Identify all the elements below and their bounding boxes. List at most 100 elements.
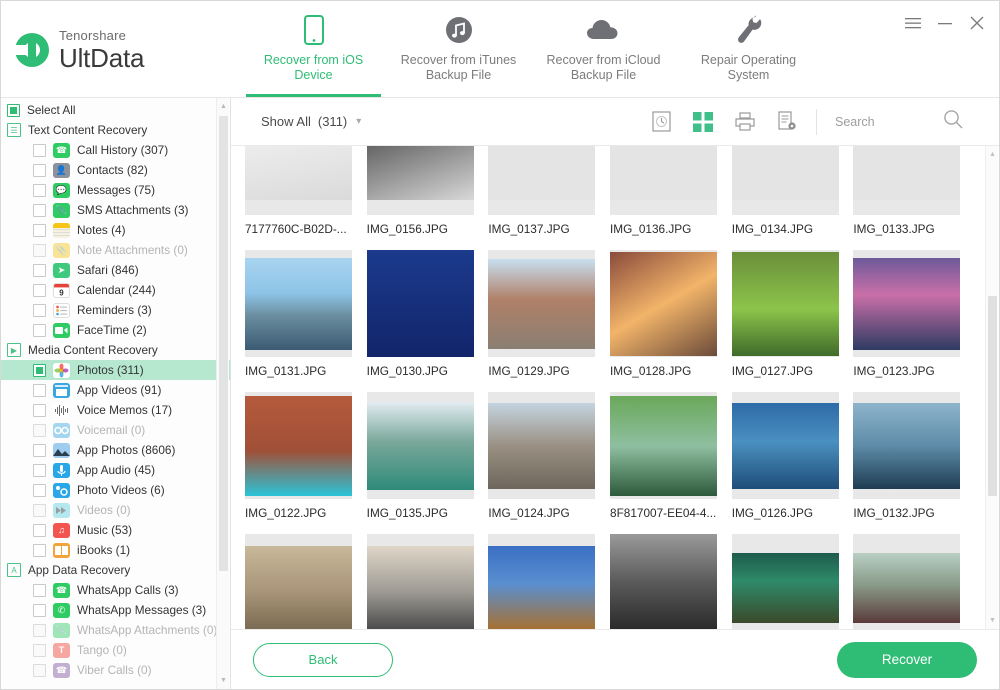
photo-thumbnail[interactable] <box>853 392 961 499</box>
grid-scrollbar-thumb[interactable] <box>988 296 997 496</box>
photo-thumbnail[interactable] <box>853 146 961 215</box>
photo-cell[interactable]: IMG_0122.JPG <box>245 392 367 534</box>
photo-cell[interactable]: IMG_1040.JPG <box>731 534 854 629</box>
photo-cell[interactable]: IMG_0135.JPG <box>366 392 489 534</box>
sidebar-item-music[interactable]: ♫ Music (53) <box>1 520 230 540</box>
scroll-up-icon[interactable]: ▲ <box>217 100 230 113</box>
sidebar-group-app-data-recovery[interactable]: A App Data Recovery <box>1 560 230 580</box>
sidebar-item-photos[interactable]: Photos (311) <box>1 360 230 380</box>
photo-cell[interactable]: IMG_1039.JPG <box>853 534 975 629</box>
sidebar-item-voice-memos[interactable]: Voice Memos (17) <box>1 400 230 420</box>
sidebar-item-sms-attachments[interactable]: 📎 SMS Attachments (3) <box>1 200 230 220</box>
sidebar-group-media-content-recovery[interactable]: ▶ Media Content Recovery <box>1 340 230 360</box>
item-checkbox[interactable] <box>33 623 46 637</box>
sidebar-item-viber-calls[interactable]: ☎ Viber Calls (0) <box>1 660 230 680</box>
item-checkbox[interactable] <box>33 443 46 457</box>
photo-thumbnail[interactable] <box>366 146 474 215</box>
photo-cell[interactable]: IMG_0131.JPG <box>245 250 367 392</box>
show-all-dropdown[interactable]: Show All (311) ▾ <box>253 110 369 133</box>
item-checkbox[interactable] <box>33 423 46 437</box>
item-checkbox[interactable] <box>33 163 46 177</box>
sidebar-scrollbar-thumb[interactable] <box>219 116 228 571</box>
photo-thumbnail[interactable] <box>488 146 596 215</box>
item-checkbox[interactable] <box>33 143 46 157</box>
photo-cell[interactable]: IMG_0134.JPG <box>731 146 854 250</box>
select-all-checkbox[interactable] <box>7 103 20 117</box>
item-checkbox[interactable] <box>33 283 46 297</box>
sidebar-group-text-content-recovery[interactable]: ☰ Text Content Recovery <box>1 120 230 140</box>
photo-cell[interactable]: IMG_1044.JPG <box>245 534 367 629</box>
photo-thumbnail[interactable] <box>610 392 718 499</box>
item-checkbox[interactable] <box>33 183 46 197</box>
photo-thumbnail[interactable] <box>731 392 839 499</box>
photo-thumbnail[interactable] <box>853 534 961 629</box>
sidebar-item-note-attachments[interactable]: 📎 Note Attachments (0) <box>1 240 230 260</box>
grid-scrollbar[interactable]: ▲ ▼ <box>985 146 998 629</box>
photo-cell[interactable]: IMG_0127.JPG <box>731 250 854 392</box>
photo-cell[interactable]: IMG_1043.JPG <box>366 534 489 629</box>
tab-recover-from-icloud-backup[interactable]: Recover from iCloud Backup File <box>531 1 676 97</box>
sidebar-item-notes[interactable]: Notes (4) <box>1 220 230 240</box>
sidebar-item-facetime[interactable]: FaceTime (2) <box>1 320 230 340</box>
item-checkbox[interactable] <box>33 643 46 657</box>
item-checkbox[interactable] <box>33 203 46 217</box>
photo-cell[interactable]: IMG_0132.JPG <box>853 392 975 534</box>
sidebar-item-messages[interactable]: 💬 Messages (75) <box>1 180 230 200</box>
item-checkbox[interactable] <box>33 503 46 517</box>
scroll-down-icon[interactable]: ▼ <box>217 674 230 687</box>
item-checkbox[interactable] <box>33 523 46 537</box>
sidebar-item-app-photos[interactable]: App Photos (8606) <box>1 440 230 460</box>
photo-thumbnail[interactable] <box>731 146 839 215</box>
minimize-icon[interactable] <box>937 15 953 31</box>
photo-cell[interactable]: IMG_0129.JPG <box>488 250 610 392</box>
sidebar-item-photo-videos[interactable]: Photo Videos (6) <box>1 480 230 500</box>
photo-cell[interactable]: IMG_1042.JPG <box>488 534 610 629</box>
sidebar-item-videos[interactable]: Videos (0) <box>1 500 230 520</box>
photo-cell[interactable]: IMG_0123.JPG <box>853 250 975 392</box>
photo-thumbnail[interactable] <box>488 250 596 357</box>
search-box[interactable] <box>835 109 985 134</box>
sidebar-item-tango[interactable]: T Tango (0) <box>1 640 230 660</box>
photo-cell[interactable]: IMG_0126.JPG <box>731 392 854 534</box>
photo-thumbnail[interactable] <box>366 250 474 357</box>
photo-cell[interactable]: 7177760C-B02D-... <box>245 146 367 250</box>
item-checkbox[interactable] <box>33 383 46 397</box>
photo-cell[interactable]: IMG_0130.JPG <box>366 250 489 392</box>
print-icon[interactable] <box>734 111 756 133</box>
photo-thumbnail[interactable] <box>488 392 596 499</box>
sidebar-item-whatsapp-attachments[interactable]: 📎 WhatsApp Attachments (0) <box>1 620 230 640</box>
item-checkbox[interactable] <box>33 663 46 677</box>
sidebar-item-voicemail[interactable]: Voicemail (0) <box>1 420 230 440</box>
search-icon[interactable] <box>943 109 963 134</box>
tab-repair-operating-system[interactable]: Repair Operating System <box>676 1 821 97</box>
sidebar-scrollbar[interactable]: ▲ ▼ <box>216 98 229 689</box>
sidebar-item-app-videos[interactable]: App Videos (91) <box>1 380 230 400</box>
sidebar-item-select-all[interactable]: Select All <box>1 100 230 120</box>
photo-cell[interactable]: IMG_0156.JPG <box>366 146 489 250</box>
tab-recover-from-ios-device[interactable]: Recover from iOS Device <box>241 1 386 97</box>
sidebar-item-reminders[interactable]: Reminders (3) <box>1 300 230 320</box>
grid-scroll-down-icon[interactable]: ▼ <box>986 614 999 627</box>
photo-thumbnail[interactable] <box>245 146 352 215</box>
recover-button[interactable]: Recover <box>837 641 977 678</box>
item-checkbox[interactable] <box>33 323 46 337</box>
tab-recover-from-itunes-backup[interactable]: Recover from iTunes Backup File <box>386 1 531 97</box>
timeline-view-icon[interactable] <box>650 111 672 133</box>
photo-thumbnail[interactable] <box>245 534 352 629</box>
photo-cell[interactable]: IMG_0128.JPG <box>610 250 732 392</box>
back-button[interactable]: Back <box>253 642 393 677</box>
sidebar-item-whatsapp-calls[interactable]: ☎ WhatsApp Calls (3) <box>1 580 230 600</box>
photo-cell[interactable]: IMG_0136.JPG <box>610 146 732 250</box>
sidebar-item-whatsapp-messages[interactable]: ✆ WhatsApp Messages (3) <box>1 600 230 620</box>
photo-thumbnail[interactable] <box>731 534 839 629</box>
sidebar-item-safari[interactable]: ➤ Safari (846) <box>1 260 230 280</box>
grid-scroll-up-icon[interactable]: ▲ <box>986 148 999 161</box>
photo-thumbnail[interactable] <box>488 534 596 629</box>
item-checkbox[interactable] <box>33 543 46 557</box>
item-checkbox[interactable] <box>33 463 46 477</box>
photo-cell[interactable]: IMG_0133.JPG <box>853 146 975 250</box>
sidebar-item-contacts[interactable]: 👤 Contacts (82) <box>1 160 230 180</box>
sidebar-item-call-history[interactable]: ☎ Call History (307) <box>1 140 230 160</box>
photo-thumbnail[interactable] <box>366 534 474 629</box>
sidebar-item-app-audio[interactable]: App Audio (45) <box>1 460 230 480</box>
